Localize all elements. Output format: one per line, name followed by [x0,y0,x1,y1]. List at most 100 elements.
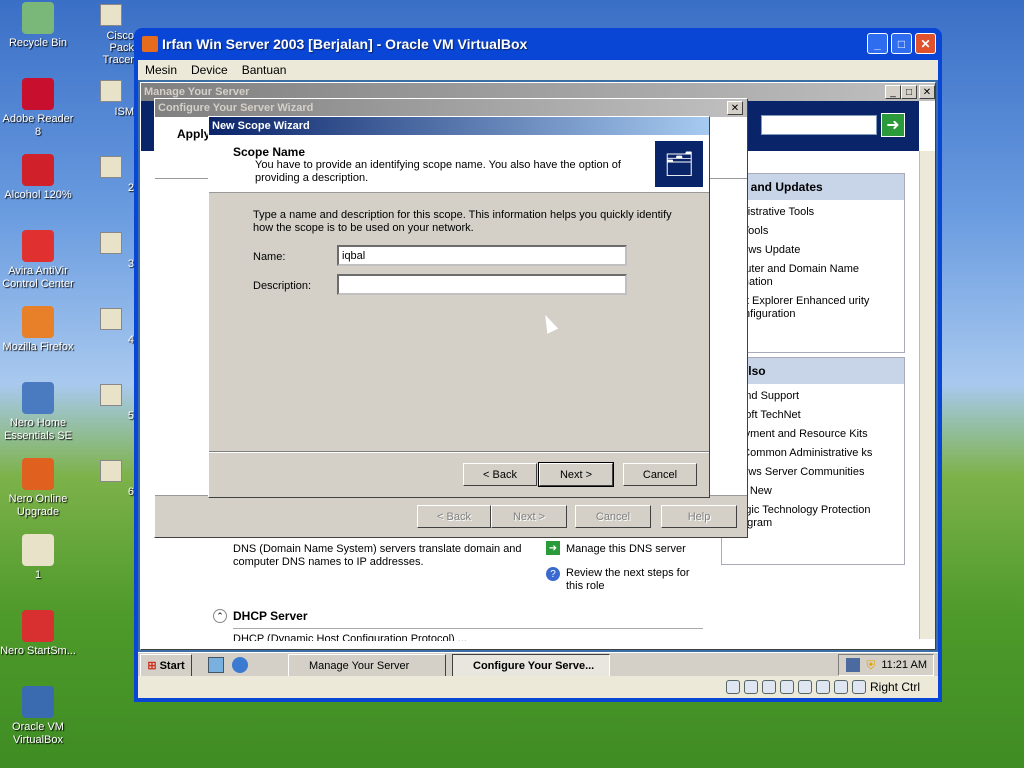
hdd-icon[interactable] [725,680,740,694]
shield-icon[interactable]: ⛨ [866,658,875,673]
menu-bantuan[interactable]: Bantuan [235,63,294,77]
nsw-cancel-button[interactable]: Cancel [623,463,697,486]
desktop-icon-label: Oracle VM VirtualBox [12,721,64,746]
desktop-adobe-reader[interactable]: Adobe Reader 8 [0,78,76,139]
desktop-icon-label: 1 [34,569,42,581]
firefox-icon [22,306,54,338]
nero-home-icon [22,382,54,414]
manage-minimize-button[interactable]: _ [885,85,901,99]
panel-link[interactable]: at's New [730,485,896,498]
scope-name-input[interactable] [337,245,627,266]
desktop-shortcut[interactable]: ISM [86,80,134,118]
nsw-divider [209,451,709,453]
panel-link[interactable]: mputer and Domain Name ormation [730,263,896,289]
desktop-nero-home[interactable]: Nero Home Essentials SE [0,382,76,443]
shortcut-icon [100,80,122,102]
shortcut-icon [100,308,122,330]
desktop-shortcut[interactable]: 5 [86,384,134,422]
guest-screen[interactable]: Manage Your Server _ □ ✕ ➜ ols and Updat… [138,80,938,676]
panel-link[interactable]: ndows Update [730,244,896,257]
panel-link[interactable]: o and Support [730,390,896,403]
display-icon[interactable] [815,680,830,694]
start-button[interactable]: ⊞ Start [140,654,192,676]
dns-description: DNS (Domain Name System) servers transla… [233,543,522,568]
panel-link[interactable]: rnet Explorer Enhanced urity Configurati… [730,295,896,321]
maximize-button[interactable]: □ [891,33,912,54]
shortcut-icon [100,232,122,254]
shared-folder-icon[interactable] [797,680,812,694]
quicklaunch-desktop-icon[interactable] [208,657,224,673]
panel-link[interactable]: oloyment and Resource Kits [730,428,896,441]
desktop-nero-startsmart[interactable]: Nero StartSm... [0,610,76,658]
panel-link[interactable]: of Common Administrative ks [730,447,896,460]
nsw-next-button[interactable]: Next > [538,462,614,487]
panel-link[interactable]: ministrative Tools [730,206,896,219]
minimize-button[interactable]: _ [867,33,888,54]
network-adapter-icon[interactable] [779,680,794,694]
desktop-shortcut[interactable]: Cisco Pack Tracer [86,4,134,66]
manage-search-input[interactable] [761,115,877,135]
virtualbox-statusbar: Right Ctrl [138,676,938,698]
desktop-shortcut[interactable]: 2 [86,156,134,194]
adobe-reader-icon [22,78,54,110]
desktop-nero-online[interactable]: Nero Online Upgrade [0,458,76,519]
panel-link[interactable]: ategic Technology Protection Program [730,504,896,530]
menu-mesin[interactable]: Mesin [138,63,184,77]
desktop-icon-label: Avira AntiVir Control Center [2,265,74,290]
manage-server-title: Manage Your Server [144,86,250,98]
windows-logo-icon: ⊞ [147,660,157,672]
nsw-back-button[interactable]: < Back [463,463,537,486]
go-arrow-icon[interactable]: ➜ [881,113,905,137]
manage-dns-link[interactable]: Manage this DNS server [566,543,686,555]
desktop-alcohol[interactable]: Alcohol 120% [0,154,76,202]
review-next-steps-link[interactable]: Review the next steps for this role [566,567,706,593]
description-label: Description: [253,280,312,292]
manage-scrollbar[interactable] [919,151,935,639]
cysw-next-button[interactable]: Next > [491,505,567,528]
cysw-cancel-button[interactable]: Cancel [575,505,651,528]
mouse-integration-icon[interactable] [833,680,848,694]
manage-close-button[interactable]: ✕ [919,85,935,99]
collapse-chevron-icon[interactable]: ⌃ [213,609,227,623]
help-question-icon: ? [546,567,560,581]
panel-link[interactable]: rosoft TechNet [730,409,896,422]
desktop-file[interactable]: 1 [0,534,76,582]
task-configure-server[interactable]: Configure Your Serve... [452,654,610,676]
task-manage-server[interactable]: Manage Your Server [288,654,446,676]
host-key-arrow-icon[interactable] [851,680,866,694]
desktop-virtualbox[interactable]: Oracle VM VirtualBox [0,686,76,747]
virtualbox-icon [22,686,54,718]
desktop-icon-label: Adobe Reader 8 [2,113,74,138]
dhcp-description: DHCP (Dynamic Host Configuration Protoco… [233,633,467,641]
desktop-firefox[interactable]: Mozilla Firefox [0,306,76,354]
desktop-icon-label: Nero Home Essentials SE [4,417,72,442]
nsw-header-title: Scope Name [233,145,306,159]
quicklaunch-ie-icon[interactable] [232,657,248,673]
close-button[interactable]: ✕ [915,33,936,54]
desktop-recycle-bin[interactable]: Recycle Bin [0,2,76,50]
cysw-close-button[interactable]: ✕ [727,101,743,115]
desktop-avira[interactable]: Avira AntiVir Control Center [0,230,76,291]
cysw-back-button[interactable]: < Back [417,505,491,528]
menu-device[interactable]: Device [184,63,235,77]
nsw-titlebar[interactable]: New Scope Wizard [209,117,709,135]
file-icon [22,534,54,566]
panel-link[interactable]: re Tools [730,225,896,238]
optical-drive-icon[interactable] [743,680,758,694]
network-icon[interactable] [846,658,861,672]
panel-link[interactable]: ndows Server Communities [730,466,896,479]
scope-folders-icon: 🗂 [655,141,703,187]
virtualbox-titlebar[interactable]: Irfan Win Server 2003 [Berjalan] - Oracl… [138,28,938,60]
desktop-shortcut[interactable]: 4 [86,308,134,346]
nsw-header-subtitle: You have to provide an identifying scope… [255,159,621,184]
scope-description-input[interactable] [337,274,627,295]
usb-icon[interactable] [761,680,776,694]
nero-startsmart-icon [22,610,54,642]
manage-maximize-button[interactable]: □ [901,85,917,99]
virtualbox-menubar: Mesin Device Bantuan [138,60,938,80]
cysw-titlebar[interactable]: Configure Your Server Wizard [155,99,747,117]
cysw-help-button[interactable]: Help [661,505,737,528]
desktop-shortcut[interactable]: 6 [86,460,134,498]
desktop-shortcut[interactable]: 3 [86,232,134,270]
see-also-panel: e Also o and Support rosoft TechNet oloyme… [721,357,905,565]
